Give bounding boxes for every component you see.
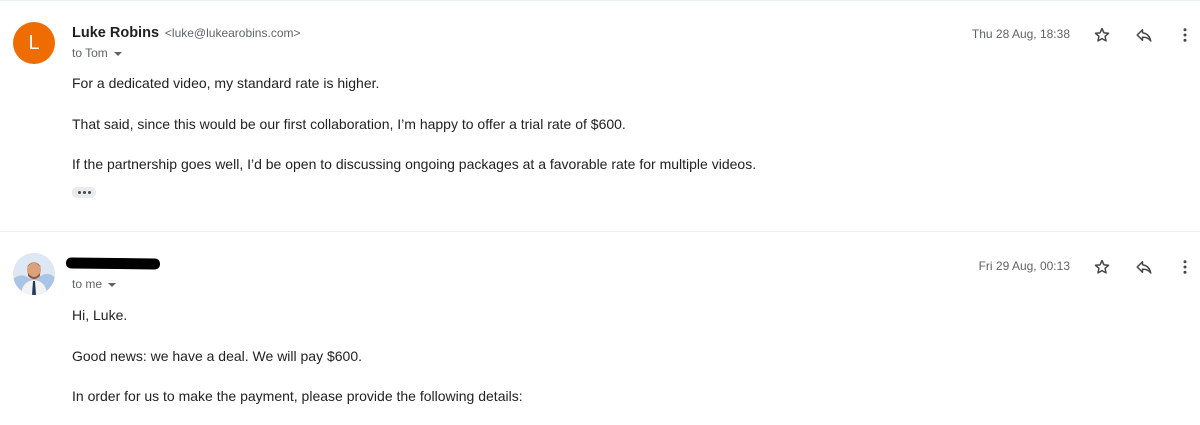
avatar-letter: L xyxy=(28,31,40,54)
body-paragraph: In order for us to make the payment, ple… xyxy=(72,388,523,404)
star-button[interactable] xyxy=(1090,23,1114,47)
recipient-label: to me xyxy=(72,277,103,291)
dot-icon xyxy=(82,191,86,194)
reply-icon xyxy=(1136,29,1152,42)
sender-name[interactable]: Luke Robins xyxy=(72,25,159,41)
reply-button[interactable] xyxy=(1132,255,1156,279)
star-icon xyxy=(1094,27,1110,42)
reply-button[interactable] xyxy=(1132,23,1156,47)
star-button[interactable] xyxy=(1090,255,1114,279)
email-message-2: to me Fri 29 Aug, 00:13 Hi, Luke. Good n… xyxy=(0,232,1200,425)
more-vert-icon xyxy=(1183,260,1187,274)
message-date: Fri 29 Aug, 00:13 xyxy=(978,259,1070,273)
body-paragraph: For a dedicated video, my standard rate … xyxy=(72,75,380,91)
body-paragraph: Good news: we have a deal. We will pay $… xyxy=(72,348,363,364)
recipient-details-toggle[interactable]: to me xyxy=(72,277,117,291)
more-vert-icon xyxy=(1183,28,1187,42)
show-trimmed-content-button[interactable] xyxy=(72,187,96,198)
sender-avatar[interactable] xyxy=(13,253,55,295)
body-paragraph: That said, since this would be our first… xyxy=(72,116,626,132)
redacted-sender-name xyxy=(65,257,161,270)
more-options-button[interactable] xyxy=(1173,255,1197,279)
star-icon xyxy=(1094,259,1110,274)
recipient-label: to Tom xyxy=(72,46,108,60)
reply-icon xyxy=(1136,261,1152,274)
body-paragraph: If the partnership goes well, I’d be ope… xyxy=(72,156,757,172)
chevron-down-icon xyxy=(113,51,122,56)
body-paragraph: Hi, Luke. xyxy=(72,307,128,323)
chevron-down-icon xyxy=(108,282,117,287)
profile-photo-avatar xyxy=(13,253,55,295)
recipient-details-toggle[interactable]: to Tom xyxy=(72,46,122,60)
message-date: Thu 28 Aug, 18:38 xyxy=(971,27,1070,41)
more-options-button[interactable] xyxy=(1173,23,1197,47)
sender-line: Luke Robins <luke@lukearobins.com> xyxy=(72,24,301,41)
email-message-1: L Luke Robins <luke@lukearobins.com> to … xyxy=(0,0,1200,232)
dot-icon xyxy=(77,191,81,194)
dot-icon xyxy=(87,191,91,194)
sender-email: <luke@lukearobins.com> xyxy=(164,26,301,40)
sender-avatar[interactable]: L xyxy=(13,22,55,64)
